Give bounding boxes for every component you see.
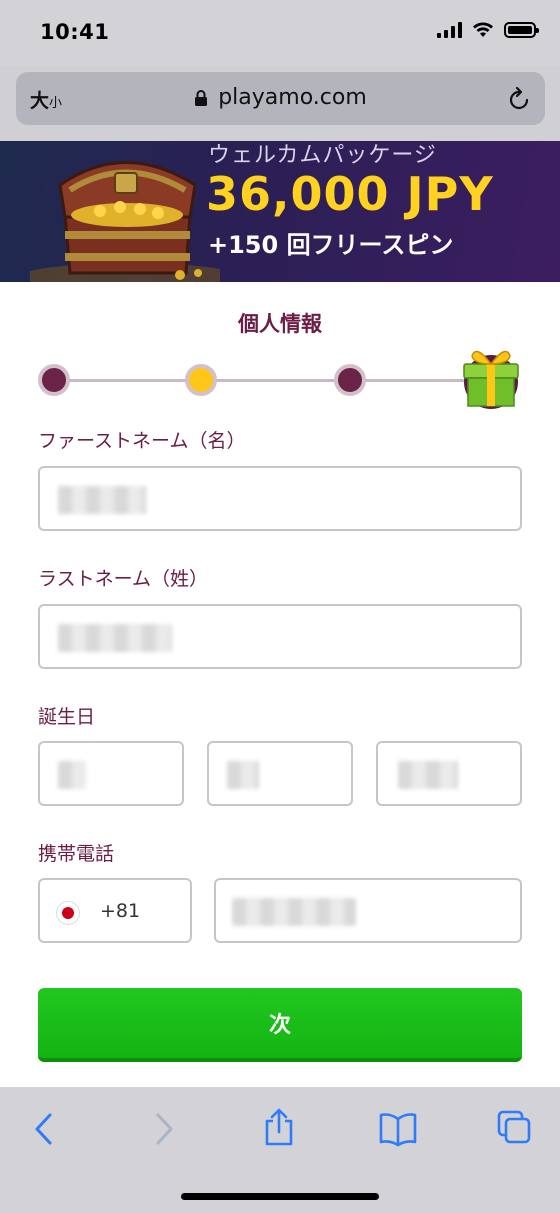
treasure-chest-icon <box>30 161 220 282</box>
forward-icon <box>156 1113 173 1145</box>
status-time: 10:41 <box>40 20 110 44</box>
bookmarks-icon[interactable] <box>378 1111 418 1147</box>
first-name-label: ファーストネーム（名） <box>38 430 246 452</box>
redacted-value <box>232 898 356 926</box>
redacted-value <box>398 761 458 789</box>
birthday-month-select[interactable] <box>207 741 353 806</box>
progress-step-1 <box>38 364 70 396</box>
url-display[interactable]: playamo.com <box>16 85 545 110</box>
progress-step-3 <box>334 364 366 396</box>
status-icons <box>437 22 539 38</box>
redacted-value <box>58 486 146 514</box>
phone-label: 携帯電話 <box>38 843 115 865</box>
japan-flag-icon <box>56 901 80 925</box>
battery-icon <box>504 22 539 38</box>
country-code-select[interactable]: +81 <box>38 878 192 943</box>
last-name-input[interactable] <box>38 604 522 669</box>
birthday-label: 誕生日 <box>38 706 96 728</box>
wifi-icon <box>473 22 493 37</box>
phone-number-input[interactable] <box>214 878 522 943</box>
reload-icon[interactable] <box>507 86 531 112</box>
country-code: +81 <box>100 900 141 922</box>
back-icon[interactable] <box>30 1111 58 1147</box>
redacted-value <box>58 624 172 652</box>
banner-free-spins: +150 回フリースピン <box>208 231 454 259</box>
banner-headline: ウェルカムパッケージ <box>208 143 437 168</box>
progress-step-2 <box>185 364 217 396</box>
last-name-label: ラストネーム（姓） <box>38 568 209 590</box>
url-text: playamo.com <box>218 85 367 110</box>
status-bar: 10:41 <box>0 0 560 66</box>
next-button[interactable]: 次 <box>38 988 522 1062</box>
form-title: 個人情報 <box>238 312 322 336</box>
progress-track <box>55 379 485 382</box>
birthday-year-select[interactable] <box>376 741 522 806</box>
gift-icon <box>463 350 519 409</box>
birthday-day-select[interactable] <box>38 741 184 806</box>
first-name-input[interactable] <box>38 466 522 531</box>
share-icon[interactable] <box>262 1107 296 1147</box>
lock-icon <box>195 89 208 106</box>
banner-amount: 36,000 JPY <box>206 167 494 221</box>
address-bar[interactable]: 大小 playamo.com <box>16 72 545 125</box>
registration-form: 個人情報 ファーストネーム（名） ラストネーム（姓） 誕生日 携帯電話 +81 … <box>0 282 560 1087</box>
home-indicator[interactable] <box>181 1193 379 1200</box>
redacted-value <box>227 761 259 789</box>
redacted-value <box>58 761 86 789</box>
cellular-signal-icon <box>437 22 462 38</box>
tabs-icon[interactable] <box>496 1109 532 1145</box>
promo-banner[interactable]: ウェルカムパッケージ 36,000 JPY +150 回フリースピン <box>0 141 560 282</box>
